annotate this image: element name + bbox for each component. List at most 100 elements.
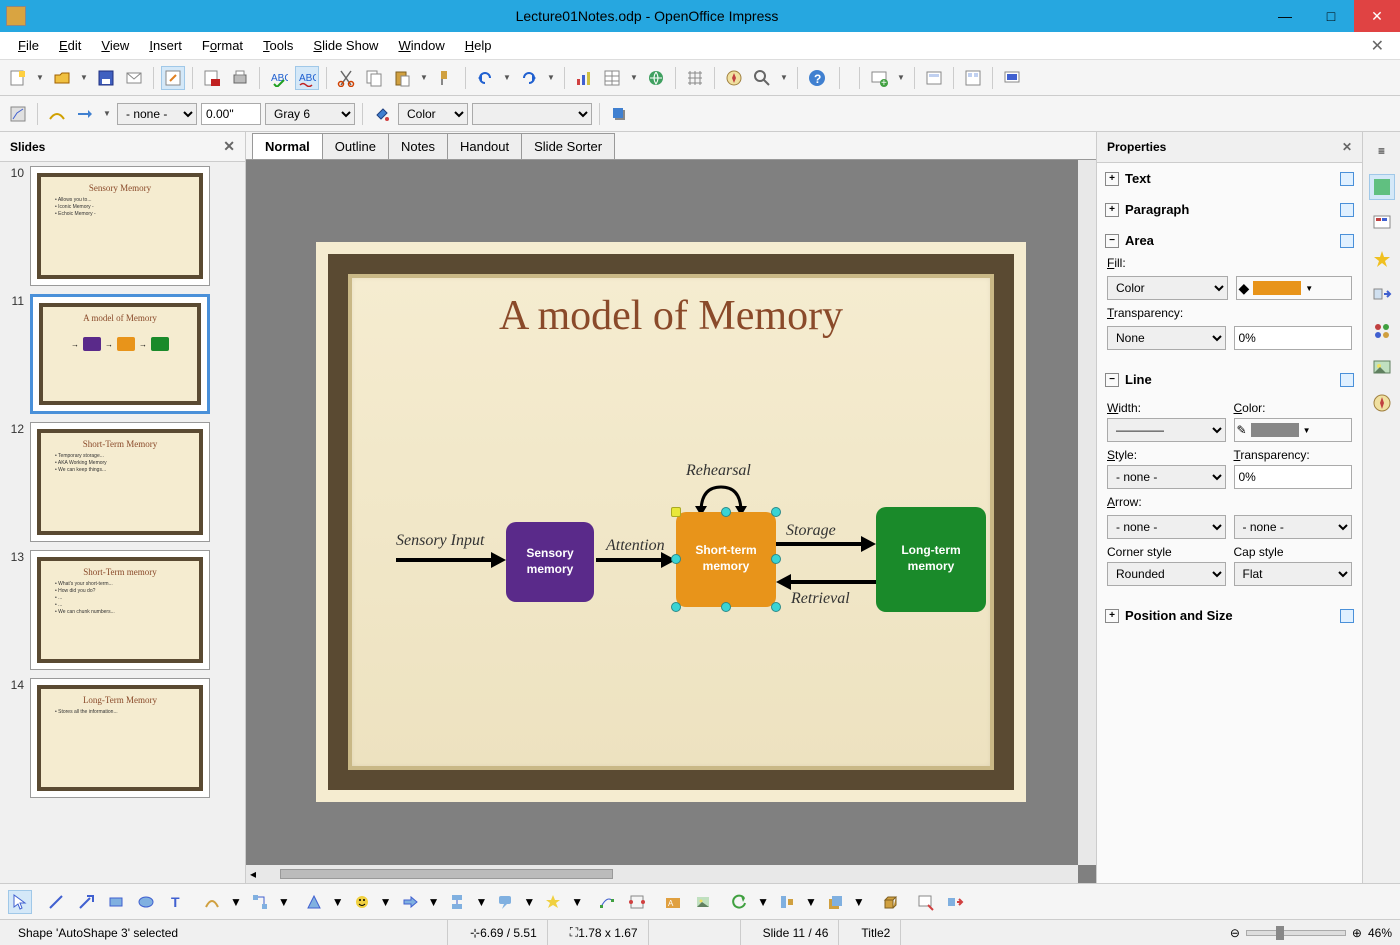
print-icon[interactable] (228, 66, 252, 90)
transparency-type-select[interactable]: None (1107, 326, 1226, 350)
view-tab-outline[interactable]: Outline (322, 133, 389, 159)
zoom-control[interactable]: ⊖ ⊕ 46% (1230, 926, 1392, 940)
rotate-icon[interactable] (727, 890, 751, 914)
menu-view[interactable]: View (91, 34, 139, 57)
navigator-icon[interactable] (722, 66, 746, 90)
menu-slideshow[interactable]: Slide Show (303, 34, 388, 57)
fill-type-select[interactable]: Color (398, 103, 468, 125)
slide-canvas[interactable]: A model of Memory Sensory Input Attentio… (316, 242, 1026, 802)
menu-insert[interactable]: Insert (139, 34, 192, 57)
fontwork-icon[interactable]: A (661, 890, 685, 914)
table-dropdown[interactable]: ▼ (628, 73, 640, 82)
maximize-button[interactable]: □ (1308, 0, 1354, 32)
section-position-size[interactable]: +Position and Size (1101, 604, 1358, 627)
fill-color-button[interactable]: ◆▼ (1236, 276, 1353, 300)
zoom-slider[interactable] (1246, 930, 1346, 936)
sidebar-slide-transition-icon[interactable] (1369, 282, 1395, 308)
stars-dropdown[interactable]: ▼ (571, 895, 583, 909)
export-pdf-icon[interactable] (200, 66, 224, 90)
sidebar-styles-icon[interactable] (1369, 318, 1395, 344)
cut-icon[interactable] (334, 66, 358, 90)
open-icon[interactable] (50, 66, 74, 90)
menu-window[interactable]: Window (388, 34, 454, 57)
line-endings-icon[interactable] (73, 102, 97, 126)
area-fill-icon[interactable] (370, 102, 394, 126)
chart-icon[interactable] (572, 66, 596, 90)
properties-close-icon[interactable]: ✕ (1342, 140, 1352, 154)
slide-canvas-area[interactable]: A model of Memory Sensory Input Attentio… (246, 160, 1096, 883)
selection-handle[interactable] (771, 602, 781, 612)
format-paintbrush-icon[interactable] (434, 66, 458, 90)
menu-tools[interactable]: Tools (253, 34, 303, 57)
show-draw-functions-icon[interactable] (6, 102, 30, 126)
arrow-tool-icon[interactable] (74, 890, 98, 914)
selection-handle[interactable] (671, 602, 681, 612)
line-color-select[interactable]: Gray 6 (265, 103, 355, 125)
vertical-scrollbar[interactable] (1078, 160, 1096, 865)
selection-handle[interactable] (771, 507, 781, 517)
autospell-icon[interactable]: ABC (295, 66, 319, 90)
zoom-out-icon[interactable]: ⊖ (1230, 926, 1240, 940)
box-short-term-memory[interactable]: Short-term memory (676, 512, 776, 607)
slides-list[interactable]: 10Sensory Memory• Allows you to...• Icon… (0, 162, 245, 883)
selection-handle[interactable] (671, 554, 681, 564)
view-tab-handout[interactable]: Handout (447, 133, 522, 159)
paste-dropdown[interactable]: ▼ (418, 73, 430, 82)
ellipse-tool-icon[interactable] (134, 890, 158, 914)
sidebar-custom-animation-icon[interactable] (1369, 246, 1395, 272)
view-tab-slide-sorter[interactable]: Slide Sorter (521, 133, 615, 159)
selection-handle[interactable] (771, 554, 781, 564)
save-icon[interactable] (94, 66, 118, 90)
email-icon[interactable] (122, 66, 146, 90)
block-arrows-icon[interactable] (398, 890, 422, 914)
slide-thumb[interactable]: 12Short-Term Memory• Temporary storage..… (4, 422, 241, 542)
connector-dropdown[interactable]: ▼ (278, 895, 290, 909)
basic-shapes-dropdown[interactable]: ▼ (332, 895, 344, 909)
menu-file[interactable]: File (8, 34, 49, 57)
line-transparency-input[interactable] (1234, 465, 1353, 489)
section-area[interactable]: −Area (1101, 229, 1358, 252)
arrange-dropdown[interactable]: ▼ (853, 895, 865, 909)
glue-points-icon[interactable] (625, 890, 649, 914)
callouts-icon[interactable] (493, 890, 517, 914)
line-style-select[interactable]: - none - (117, 103, 197, 125)
arrange-icon[interactable] (823, 890, 847, 914)
horizontal-scrollbar[interactable]: ◂ (246, 865, 1078, 883)
slide-thumb[interactable]: 10Sensory Memory• Allows you to...• Icon… (4, 166, 241, 286)
box-sensory-memory[interactable]: Sensory memory (506, 522, 594, 602)
slide-show-icon[interactable] (1000, 66, 1024, 90)
paste-icon[interactable] (390, 66, 414, 90)
slide-thumb[interactable]: 11A model of Memory→→→ (4, 294, 241, 414)
insert-slide-dropdown[interactable]: ▼ (895, 73, 907, 82)
minimize-button[interactable]: — (1262, 0, 1308, 32)
view-tab-notes[interactable]: Notes (388, 133, 448, 159)
slide-title-text[interactable]: A model of Memory (316, 292, 1026, 340)
align-icon[interactable] (775, 890, 799, 914)
slide-thumb[interactable]: 13Short-Term memory• What's your short-t… (4, 550, 241, 670)
undo-dropdown[interactable]: ▼ (501, 73, 513, 82)
flowchart-dropdown[interactable]: ▼ (475, 895, 487, 909)
connector-tool-icon[interactable] (248, 890, 272, 914)
section-text[interactable]: +Text (1101, 167, 1358, 190)
fill-type-select[interactable]: Color (1107, 276, 1228, 300)
selection-handle[interactable] (721, 602, 731, 612)
text-tool-icon[interactable]: T (164, 890, 188, 914)
slide-thumb[interactable]: 14Long-Term Memory• Stores all the infor… (4, 678, 241, 798)
rotate-dropdown[interactable]: ▼ (757, 895, 769, 909)
align-dropdown[interactable]: ▼ (805, 895, 817, 909)
callouts-dropdown[interactable]: ▼ (523, 895, 535, 909)
curve-tool-icon[interactable] (200, 890, 224, 914)
section-line[interactable]: −Line (1101, 368, 1358, 391)
view-tab-normal[interactable]: Normal (252, 133, 323, 159)
line-style-select[interactable]: - none - (1107, 465, 1226, 489)
zoom-percent[interactable]: 46% (1368, 926, 1392, 940)
points-edit-icon[interactable] (595, 890, 619, 914)
sidebar-menu-icon[interactable]: ≡ (1369, 138, 1395, 164)
spellcheck-icon[interactable]: ABC (267, 66, 291, 90)
close-button[interactable]: ✕ (1354, 0, 1400, 32)
menu-format[interactable]: Format (192, 34, 253, 57)
symbol-shapes-dropdown[interactable]: ▼ (380, 895, 392, 909)
table-icon[interactable] (600, 66, 624, 90)
zoom-dropdown[interactable]: ▼ (778, 73, 790, 82)
animation-icon[interactable] (943, 890, 967, 914)
